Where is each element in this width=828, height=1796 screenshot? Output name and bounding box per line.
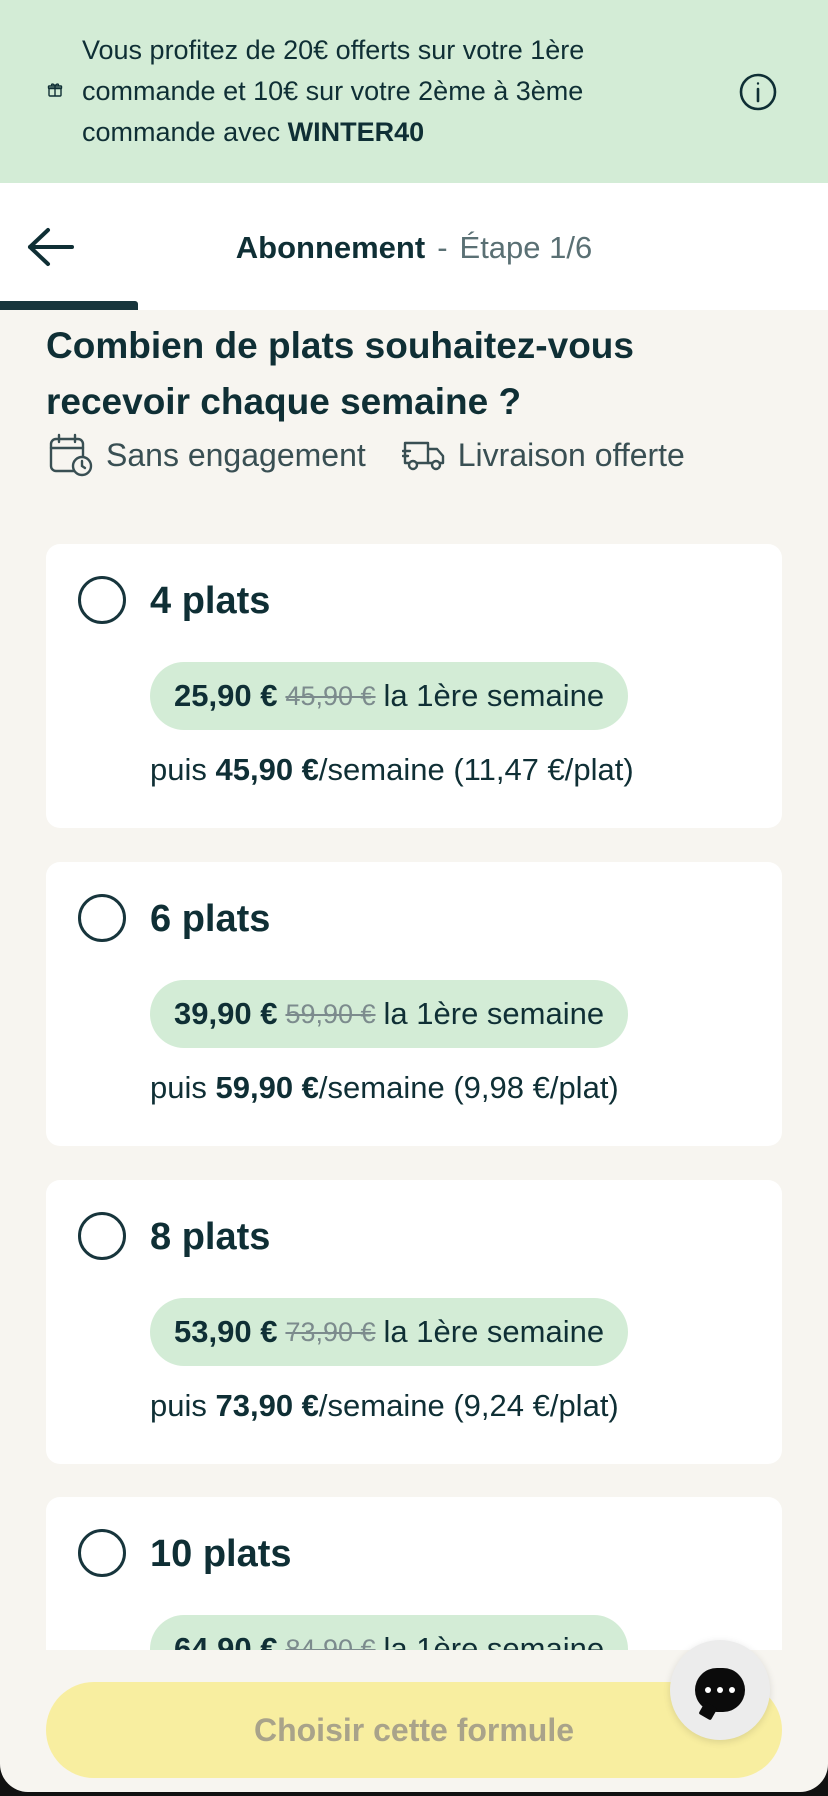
promo-banner: Vous profitez de 20€ offerts sur votre 1…: [0, 0, 828, 183]
chat-bubble-icon: [695, 1668, 745, 1712]
recurring-prefix: puis: [150, 752, 216, 787]
promo-line-3: commande avec WINTER40: [82, 112, 702, 153]
recurring-suffix: /semaine (11,47 €/plat): [318, 752, 634, 787]
title-label: Abonnement: [235, 230, 426, 265]
progress-bar: [0, 301, 828, 310]
chat-launcher-button[interactable]: [670, 1640, 770, 1740]
recurring-suffix: /semaine (9,24 €/plat): [318, 1388, 619, 1423]
gift-icon: [47, 83, 63, 97]
question-heading: Combien de plats souhaitez-vous recevoir…: [46, 318, 786, 430]
question-line-1: Combien de plats souhaitez-vous: [46, 325, 634, 366]
first-week-price-pill: 53,90 € 73,90 € la 1ère semaine: [150, 1298, 629, 1366]
first-week-price-pill: 39,90 € 59,90 € la 1ère semaine: [150, 980, 629, 1048]
plan-radio[interactable]: [78, 1529, 126, 1577]
promo-line-3-prefix: commande avec: [82, 117, 288, 147]
progress-bar-fill: [0, 301, 139, 310]
price-suffix: la 1ère semaine: [383, 996, 605, 1031]
calendar-clock-icon: [49, 433, 93, 477]
perk-free-delivery-label: Livraison offerte: [457, 436, 685, 473]
page-title: Abonnement - Étape 1/6: [0, 230, 828, 266]
original-price: 59,90 €: [285, 998, 376, 1029]
plan-name: 8 plats: [150, 1216, 271, 1258]
plan-radio[interactable]: [78, 1212, 126, 1260]
promo-line-2: commande et 10€ sur votre 2ème à 3ème: [82, 76, 584, 106]
plan-card-8[interactable]: 8 plats 53,90 € 73,90 € la 1ère semaine …: [46, 1180, 782, 1464]
question-line-2: recevoir chaque semaine ?: [46, 381, 522, 422]
plan-name: 6 plats: [150, 898, 271, 940]
perks-row: Sans engagement Livraison offerte: [48, 430, 721, 480]
plan-radio[interactable]: [78, 894, 126, 942]
recurring-price: puis 59,90 €/semaine (9,98 €/plat): [150, 1070, 619, 1106]
price-suffix: la 1ère semaine: [383, 678, 605, 713]
price-suffix: la 1ère semaine: [383, 1631, 605, 1650]
recurring-price: puis 73,90 €/semaine (9,24 €/plat): [150, 1388, 619, 1424]
price-suffix: la 1ère semaine: [383, 1314, 605, 1349]
perk-free-delivery: Livraison offerte: [401, 436, 685, 474]
plan-card-10[interactable]: 10 plats 64,90 € 84,90 € la 1ère semaine: [46, 1497, 782, 1650]
recurring-amount: 59,90 €: [215, 1070, 319, 1105]
plan-radio[interactable]: [78, 576, 126, 624]
step-header: Abonnement - Étape 1/6: [0, 183, 828, 305]
discount-price: 39,90 €: [174, 996, 278, 1031]
recurring-price: puis 45,90 €/semaine (11,47 €/plat): [150, 752, 634, 788]
discount-price: 25,90 €: [174, 678, 278, 713]
recurring-prefix: puis: [150, 1388, 216, 1423]
original-price: 73,90 €: [285, 1316, 376, 1347]
delivery-truck-icon: [401, 441, 444, 471]
plan-name: 4 plats: [150, 580, 271, 622]
promo-text: Vous profitez de 20€ offerts sur votre 1…: [82, 30, 702, 153]
plan-card-4[interactable]: 4 plats 25,90 € 45,90 € la 1ère semaine …: [46, 544, 782, 828]
step-indicator: Étape 1/6: [459, 230, 593, 265]
plan-name: 10 plats: [150, 1533, 292, 1575]
perk-no-commitment: Sans engagement: [48, 433, 366, 477]
original-price: 45,90 €: [285, 680, 376, 711]
discount-price: 53,90 €: [174, 1314, 278, 1349]
plan-card-6[interactable]: 6 plats 39,90 € 59,90 € la 1ère semaine …: [46, 862, 782, 1146]
app-screen: Vous profitez de 20€ offerts sur votre 1…: [0, 0, 828, 1792]
info-icon[interactable]: [738, 72, 778, 112]
promo-code: WINTER40: [287, 117, 425, 147]
original-price: 84,90 €: [285, 1633, 376, 1651]
discount-price: 64,90 €: [174, 1631, 278, 1650]
recurring-prefix: puis: [150, 1070, 216, 1105]
promo-line-1: Vous profitez de 20€ offerts sur votre 1…: [82, 35, 585, 65]
recurring-amount: 73,90 €: [215, 1388, 319, 1423]
plan-list: 4 plats 25,90 € 45,90 € la 1ère semaine …: [0, 500, 828, 1650]
perk-no-commitment-label: Sans engagement: [106, 436, 366, 473]
title-separator: -: [437, 230, 448, 265]
recurring-suffix: /semaine (9,98 €/plat): [318, 1070, 619, 1105]
recurring-amount: 45,90 €: [215, 752, 319, 787]
first-week-price-pill: 64,90 € 84,90 € la 1ère semaine: [150, 1615, 629, 1651]
first-week-price-pill: 25,90 € 45,90 € la 1ère semaine: [150, 662, 629, 730]
